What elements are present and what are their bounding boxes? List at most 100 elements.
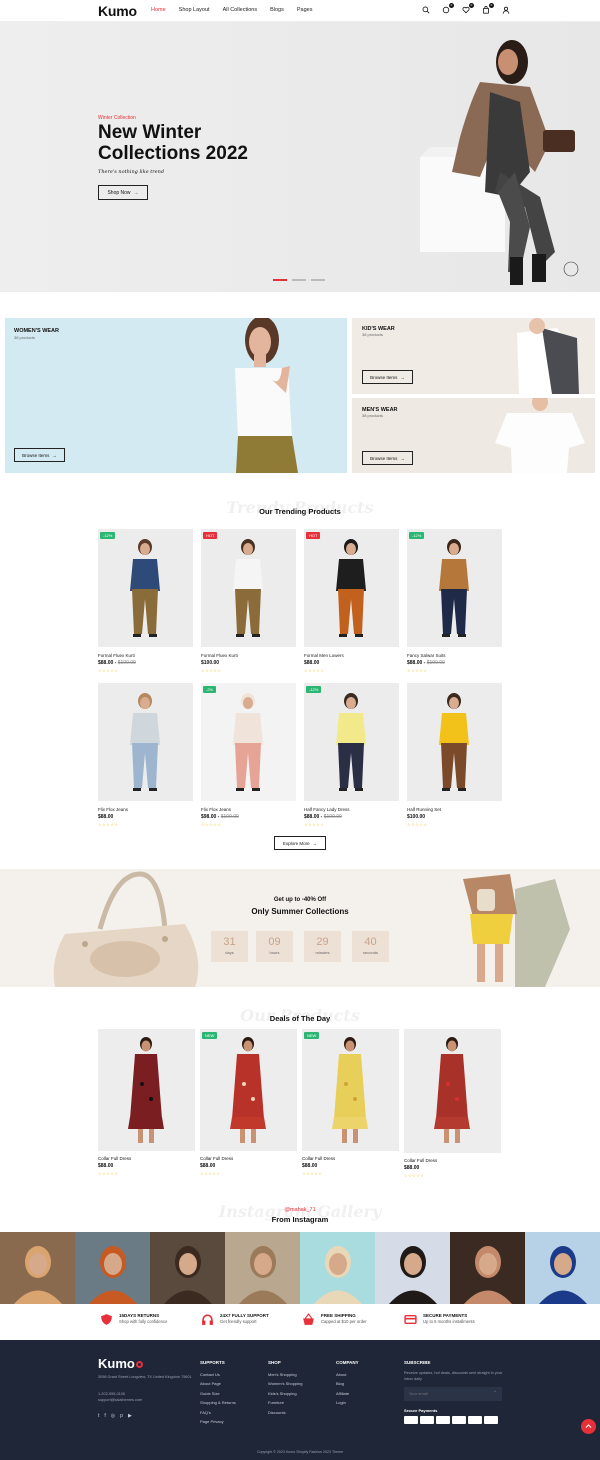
heart-icon[interactable]: 0 (462, 3, 474, 14)
instagram-photo[interactable] (300, 1232, 375, 1304)
send-arrow-icon[interactable]: → (492, 1387, 497, 1397)
instagram-photo[interactable] (0, 1232, 75, 1304)
nav-blogs[interactable]: Blogs (270, 7, 284, 13)
footer-link[interactable]: Page Privacy (200, 1417, 236, 1427)
product-image[interactable] (407, 683, 502, 801)
footer-link[interactable]: Guide Size (200, 1389, 236, 1399)
instagram-icon[interactable]: ◎ (111, 1413, 115, 1419)
product-card[interactable]: -12% Formal Fluex Kurti $88.00 - $100.00… (98, 529, 193, 673)
product-image[interactable] (98, 683, 193, 801)
deal-card[interactable]: NEW Collar Full Dress $88.00 ☆☆☆☆☆ (302, 1029, 399, 1176)
logo[interactable]: Kumo (98, 3, 137, 19)
product-name[interactable]: Flix Flox Jeans (201, 807, 296, 812)
footer-link[interactable]: Kids's Shopping (268, 1389, 303, 1399)
slider-dot-3[interactable] (311, 279, 325, 281)
product-name[interactable]: Formal Fluex Kurti (98, 653, 193, 658)
product-card[interactable]: Flix Flox Jeans $88.00 ☆☆☆☆☆ (98, 683, 193, 827)
product-name[interactable]: Half Running Set (407, 807, 502, 812)
instagram-photo[interactable] (75, 1232, 150, 1304)
browse-men-button[interactable]: Browse Items → (362, 451, 413, 465)
footer-link[interactable]: Login (336, 1398, 359, 1408)
deal-card[interactable]: Collar Full Dress $88.00 ☆☆☆☆☆ (98, 1029, 195, 1176)
slider-dot-2[interactable] (292, 279, 306, 281)
product-image[interactable] (98, 1029, 195, 1151)
product-card[interactable]: HOT Formal Men Lowers $88.00 ☆☆☆☆☆ (304, 529, 399, 673)
pinterest-icon[interactable]: p (120, 1413, 123, 1419)
footer-link[interactable]: Blog (336, 1379, 359, 1389)
compare-icon[interactable]: 0 (442, 3, 454, 14)
product-image[interactable]: -12% (98, 529, 193, 647)
womens-wear-banner[interactable]: WOMEN'S WEAR 38 products Browse Items → (5, 318, 347, 473)
product-model-figure (130, 693, 160, 791)
product-name[interactable]: Formal Men Lowers (304, 653, 399, 658)
instagram-photo[interactable] (450, 1232, 525, 1304)
product-image[interactable]: HOT (304, 529, 399, 647)
product-image[interactable]: -12% (407, 529, 502, 647)
footer-link[interactable]: Women's Shopping (268, 1379, 303, 1389)
slider-dot-1[interactable] (273, 279, 287, 281)
nav-pages[interactable]: Pages (297, 7, 313, 13)
footer-link[interactable]: Discounts (268, 1408, 303, 1418)
search-icon[interactable] (422, 6, 430, 14)
nav-all-collections[interactable]: All Collections (223, 7, 258, 13)
product-name[interactable]: Flix Flox Jeans (98, 807, 193, 812)
product-name[interactable]: Formal Fluex Kurti (201, 653, 296, 658)
instagram-photo-image (239, 1246, 287, 1304)
footer-phone[interactable]: 1-202-555-0106 (98, 1392, 125, 1396)
product-image[interactable]: NEW (302, 1029, 399, 1151)
product-image[interactable]: -12% (304, 683, 399, 801)
product-card[interactable]: -12% Fancy Salwar Suits $88.00 - $100.00… (407, 529, 502, 673)
footer-logo[interactable]: Kumo (98, 1356, 143, 1371)
product-name[interactable]: Collar Full Dress (404, 1158, 501, 1163)
footer-link[interactable]: About Page (200, 1379, 236, 1389)
product-card[interactable]: HOT Formal Fluex Kurti $100.00 ☆☆☆☆☆ (201, 529, 296, 673)
instagram-photo[interactable] (150, 1232, 225, 1304)
cart-icon[interactable]: 0 (482, 3, 494, 14)
subscribe-email-field[interactable]: → (404, 1386, 502, 1401)
footer-link[interactable]: Affiliate (336, 1389, 359, 1399)
footer-link[interactable]: FAQ's (200, 1408, 236, 1418)
instagram-photo[interactable] (225, 1232, 300, 1304)
mens-wear-banner[interactable]: MEN'S WEAR 38 products Browse Items → (352, 398, 595, 473)
product-image[interactable]: HOT (201, 529, 296, 647)
product-card[interactable]: -12% Half Fancy Lady Dress $88.00 - $100… (304, 683, 399, 827)
nav-shop-layout[interactable]: Shop Layout (179, 7, 210, 13)
product-name[interactable]: Collar Full Dress (200, 1156, 297, 1161)
facebook-icon[interactable]: f (104, 1413, 105, 1419)
deal-card[interactable]: NEW Collar Full Dress $88.00 ☆☆☆☆☆ (200, 1029, 297, 1176)
product-card[interactable]: Half Running Set $100.00 ☆☆☆☆☆ (407, 683, 502, 827)
back-to-top-button[interactable] (581, 1419, 596, 1434)
subscribe-email-input[interactable] (404, 1386, 484, 1401)
twitter-icon[interactable]: t (98, 1413, 99, 1419)
footer-link[interactable]: Shopping & Returns (200, 1398, 236, 1408)
footer-email[interactable]: support@kalathemes.com (98, 1398, 142, 1402)
browse-label: Browse Items (370, 374, 398, 380)
product-badge: NEW (202, 1032, 218, 1039)
footer-link[interactable]: Contact Us (200, 1370, 236, 1380)
product-name[interactable]: Half Fancy Lady Dress (304, 807, 399, 812)
nav-home[interactable]: Home (151, 7, 166, 13)
instagram-photo[interactable] (525, 1232, 600, 1304)
product-image[interactable]: NEW (200, 1029, 297, 1151)
product-name[interactable]: Fancy Salwar Suits (407, 653, 502, 658)
footer-link[interactable]: About (336, 1370, 359, 1380)
explore-more-button[interactable]: Explore More → (274, 836, 326, 850)
footer-link[interactable]: Furniture (268, 1398, 303, 1408)
instagram-handle[interactable]: @mahak_71 (0, 1207, 600, 1213)
product-image[interactable] (404, 1029, 501, 1153)
product-card[interactable]: -2% Flix Flox Jeans $98.00 - $100.00 ☆☆☆… (201, 683, 296, 827)
product-name[interactable]: Collar Full Dress (302, 1156, 399, 1161)
youtube-icon[interactable]: ▶ (128, 1413, 132, 1419)
product-name[interactable]: Collar Full Dress (98, 1156, 195, 1161)
womens-wear-title: WOMEN'S WEAR (14, 328, 59, 334)
countdown-hours: 09 hours (256, 931, 293, 962)
browse-women-button[interactable]: Browse Items → (14, 448, 65, 462)
deal-card[interactable]: Collar Full Dress $88.00 ☆☆☆☆☆ (404, 1029, 501, 1178)
browse-kids-button[interactable]: Browse Items → (362, 370, 413, 384)
kids-wear-banner[interactable]: KID'S WEAR 38 products Browse Items → (352, 318, 595, 394)
shop-now-button[interactable]: Shop Now → (98, 185, 148, 200)
user-icon[interactable] (502, 6, 510, 14)
instagram-photo[interactable] (375, 1232, 450, 1304)
product-image[interactable]: -2% (201, 683, 296, 801)
footer-link[interactable]: Men's Shopping (268, 1370, 303, 1380)
